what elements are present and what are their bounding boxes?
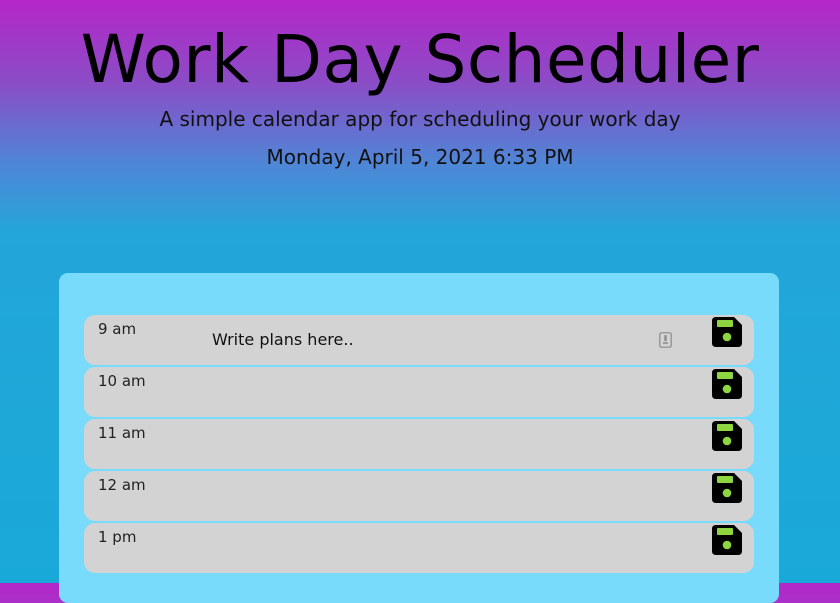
hour-label: 12 am xyxy=(98,476,146,494)
time-block-9am: 9 am xyxy=(84,315,754,365)
floppy-disk-icon xyxy=(712,525,742,555)
save-button-11am[interactable] xyxy=(711,420,743,452)
page-title: Work Day Scheduler xyxy=(80,21,760,98)
plan-input-12am[interactable] xyxy=(202,483,682,509)
hour-label: 1 pm xyxy=(98,528,137,546)
time-block-1pm: 1 pm xyxy=(84,523,754,573)
plan-input-9am[interactable] xyxy=(202,327,682,353)
save-button-10am[interactable] xyxy=(711,368,743,400)
time-block-10am: 10 am xyxy=(84,367,754,417)
plan-input-1pm[interactable] xyxy=(202,535,682,561)
time-block-12am: 12 am xyxy=(84,471,754,521)
current-datetime: Monday, April 5, 2021 6:33 PM xyxy=(266,145,574,169)
plan-input-11am[interactable] xyxy=(202,431,682,457)
save-button-1pm[interactable] xyxy=(711,524,743,556)
save-button-9am[interactable] xyxy=(711,316,743,348)
hour-label: 9 am xyxy=(98,320,137,338)
floppy-disk-icon xyxy=(712,473,742,503)
floppy-disk-icon xyxy=(712,369,742,399)
page-subtitle: A simple calendar app for scheduling you… xyxy=(159,107,681,131)
input-assist-icon[interactable] xyxy=(659,332,672,348)
floppy-disk-icon xyxy=(712,421,742,451)
floppy-disk-icon xyxy=(712,317,742,347)
save-button-12am[interactable] xyxy=(711,472,743,504)
plan-input-10am[interactable] xyxy=(202,379,682,405)
hour-label: 10 am xyxy=(98,372,146,390)
hour-label: 11 am xyxy=(98,424,146,442)
time-block-11am: 11 am xyxy=(84,419,754,469)
